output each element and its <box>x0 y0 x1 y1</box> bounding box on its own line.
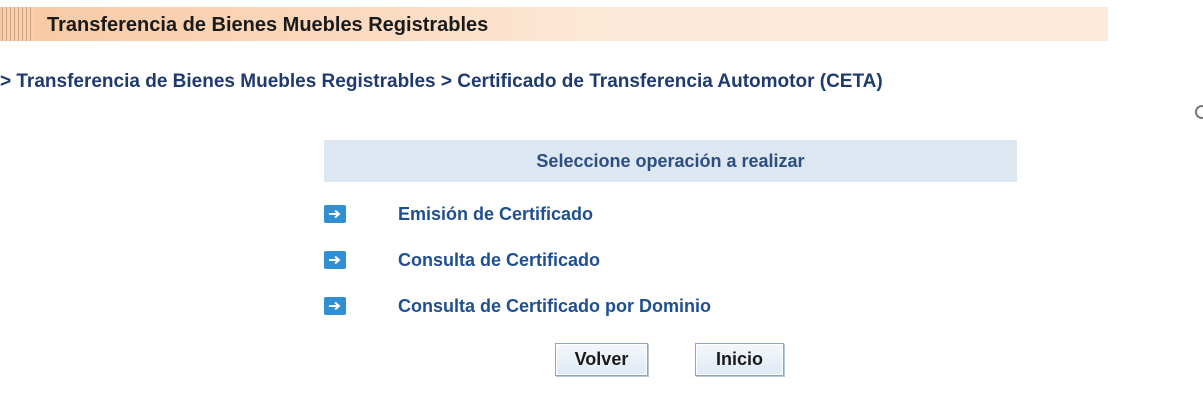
breadcrumb-item-transferencia[interactable]: Transferencia de Bienes Muebles Registra… <box>16 71 435 92</box>
option-label[interactable]: Emisión de Certificado <box>398 204 593 225</box>
option-consulta-certificado-dominio[interactable]: Consulta de Certificado por Dominio <box>324 291 711 321</box>
page-title: Transferencia de Bienes Muebles Registra… <box>47 14 489 36</box>
arrow-right-icon[interactable] <box>324 251 346 269</box>
option-emision-certificado[interactable]: Emisión de Certificado <box>324 199 593 229</box>
home-button[interactable]: Inicio <box>695 343 784 376</box>
header-decoration <box>2 7 34 41</box>
breadcrumb-separator: > <box>435 71 458 92</box>
back-button[interactable]: Volver <box>555 343 648 376</box>
breadcrumb-item-ceta: Certificado de Transferencia Automotor (… <box>457 71 883 92</box>
arrow-right-icon[interactable] <box>324 297 346 315</box>
breadcrumb-separator: > <box>0 71 17 92</box>
option-label[interactable]: Consulta de Certificado por Dominio <box>398 296 711 317</box>
option-consulta-certificado[interactable]: Consulta de Certificado <box>324 245 600 275</box>
page-header-bar: Transferencia de Bienes Muebles Registra… <box>0 7 1108 41</box>
breadcrumb: > Transferencia de Bienes Muebles Regist… <box>0 71 883 93</box>
operation-panel-title: Seleccione operación a realizar <box>324 140 1017 182</box>
arrow-right-icon[interactable] <box>324 205 346 223</box>
edge-artifact <box>1195 105 1203 119</box>
option-label[interactable]: Consulta de Certificado <box>398 250 600 271</box>
